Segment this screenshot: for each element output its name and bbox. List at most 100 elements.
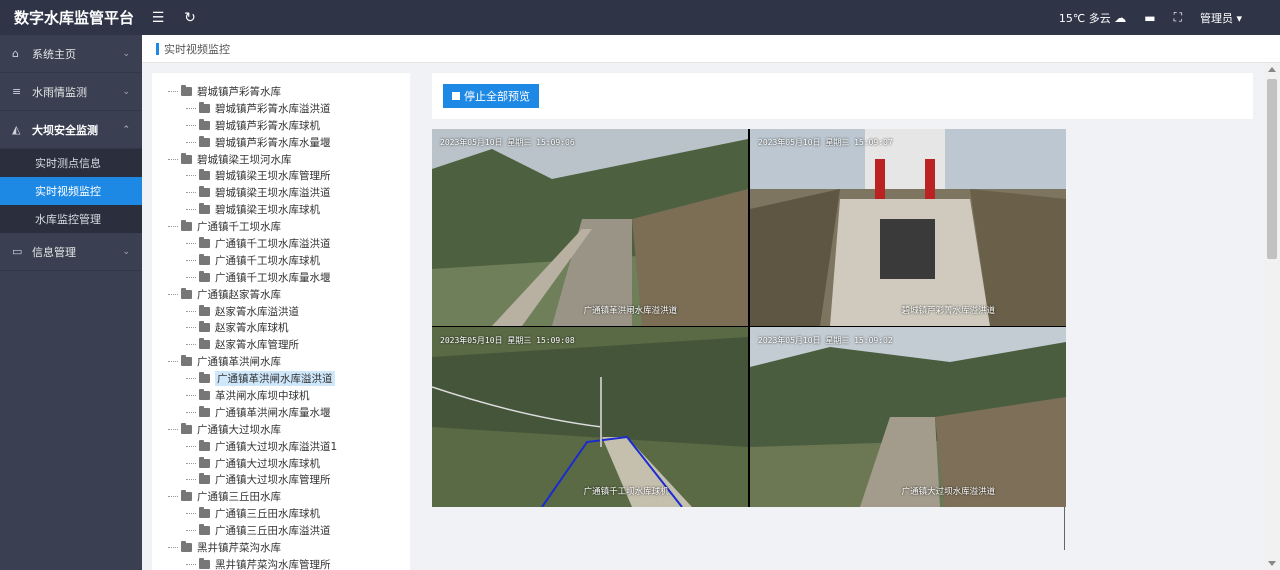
tree-node-label[interactable]: 碧城镇梁王坝水库球机 bbox=[215, 202, 320, 217]
tree-node-label[interactable]: 碧城镇梁王坝水库管理所 bbox=[215, 168, 331, 183]
stop-icon bbox=[452, 92, 460, 100]
fullscreen-icon[interactable]: ⛶ bbox=[1174, 10, 1182, 25]
tree-node-label[interactable]: 广通镇千工坝水库 bbox=[197, 219, 281, 234]
message-icon[interactable]: ▬ bbox=[1144, 11, 1155, 25]
tree-node-label[interactable]: 广通镇革洪闸水库 bbox=[197, 354, 281, 369]
tree-camera-node[interactable]: 广通镇大过坝水库溢洪道1 bbox=[152, 438, 410, 455]
tree-camera-node[interactable]: 赵家箐水库管理所 bbox=[152, 336, 410, 353]
tree-node-label[interactable]: 碧城镇芦彩箐水库 bbox=[197, 84, 281, 99]
stop-all-preview-button[interactable]: 停止全部预览 bbox=[443, 84, 539, 108]
tree-camera-node[interactable]: 黑井镇芹菜沟水库管理所 bbox=[152, 556, 410, 570]
tree-connector bbox=[186, 310, 196, 312]
tree-camera-node[interactable]: 广通镇大过坝水库球机 bbox=[152, 455, 410, 472]
folder-icon bbox=[199, 203, 210, 215]
folder-icon bbox=[199, 321, 210, 333]
tree-camera-node[interactable]: 碧城镇梁王坝水库球机 bbox=[152, 201, 410, 218]
tree-node-label[interactable]: 广通镇赵家箐水库 bbox=[197, 287, 281, 302]
tree-node-label[interactable]: 广通镇三丘田水库 bbox=[197, 489, 281, 504]
tree-reservoir-node[interactable]: 广通镇千工坝水库 bbox=[152, 218, 410, 235]
caret-down-icon: ▾ bbox=[1236, 11, 1242, 25]
tree-camera-node[interactable]: 赵家箐水库球机 bbox=[152, 319, 410, 336]
chevron-down-icon: ⌄ bbox=[122, 48, 130, 59]
video-camera-label: 广通镇大过坝水库溢洪道 bbox=[901, 487, 996, 497]
video-tile[interactable]: 2023年05月10日 星期三 15:09:06 广通镇革洪闸水库溢洪道 bbox=[432, 129, 748, 326]
tree-node-label[interactable]: 广通镇千工坝水库溢洪道 bbox=[215, 236, 331, 251]
tree-camera-node[interactable]: 广通镇三丘田水库球机 bbox=[152, 505, 410, 522]
tree-connector bbox=[186, 259, 196, 261]
tree-node-label[interactable]: 广通镇三丘田水库球机 bbox=[215, 506, 320, 521]
tree-node-label[interactable]: 广通镇革洪闸水库量水堰 bbox=[215, 405, 331, 420]
scroll-thumb[interactable] bbox=[1267, 79, 1277, 259]
folder-icon bbox=[199, 236, 210, 248]
tree-reservoir-node[interactable]: 广通镇赵家箐水库 bbox=[152, 286, 410, 303]
sidebar-item-dam-safety[interactable]: ◭ 大坝安全监测 ⌃ bbox=[0, 111, 142, 149]
tree-reservoir-node[interactable]: 碧城镇芦彩箐水库 bbox=[152, 83, 410, 100]
list-icon: ≡ bbox=[12, 85, 22, 98]
tree-camera-node[interactable]: 广通镇三丘田水库溢洪道 bbox=[152, 522, 410, 539]
sidebar-item-rain[interactable]: ≡ 水雨情监测 ⌄ bbox=[0, 73, 142, 111]
tree-node-label[interactable]: 赵家箐水库溢洪道 bbox=[215, 304, 299, 319]
tree-camera-node[interactable]: 革洪闸水库坝中球机 bbox=[152, 387, 410, 404]
tree-node-label[interactable]: 广通镇革洪闸水库溢洪道 bbox=[215, 371, 335, 387]
video-tile[interactable]: 2023年05月10日 星期三 15:09:02 广通镇大过坝水库溢洪道 bbox=[750, 327, 1066, 507]
tree-node-label[interactable]: 广通镇大过坝水库球机 bbox=[215, 456, 320, 471]
tree-node-label[interactable]: 广通镇千工坝水库量水堰 bbox=[215, 270, 331, 285]
tree-camera-node[interactable]: 碧城镇梁王坝水库溢洪道 bbox=[152, 184, 410, 201]
tree-reservoir-node[interactable]: 广通镇大过坝水库 bbox=[152, 421, 410, 438]
tree-reservoir-node[interactable]: 广通镇三丘田水库 bbox=[152, 488, 410, 505]
video-tile[interactable]: 2023年05月10日 星期三 15:09:08 广通镇千工坝水库球机 bbox=[432, 327, 748, 507]
tree-node-label[interactable]: 赵家箐水库管理所 bbox=[215, 337, 299, 352]
tree-camera-node[interactable]: 碧城镇梁王坝水库管理所 bbox=[152, 167, 410, 184]
tree-camera-node[interactable]: 广通镇千工坝水库量水堰 bbox=[152, 269, 410, 286]
tree-node-label[interactable]: 黑井镇芹菜沟水库管理所 bbox=[215, 557, 331, 570]
tree-camera-node[interactable]: 广通镇革洪闸水库量水堰 bbox=[152, 404, 410, 421]
tree-connector bbox=[186, 209, 196, 211]
user-menu[interactable]: 管理员 ▾ bbox=[1200, 10, 1242, 26]
breadcrumb: 实时视频监控 bbox=[142, 35, 1280, 63]
tree-node-label[interactable]: 碧城镇梁王坝水库溢洪道 bbox=[215, 185, 331, 200]
tree-node-label[interactable]: 广通镇大过坝水库管理所 bbox=[215, 472, 331, 487]
scroll-down-icon[interactable] bbox=[1268, 561, 1276, 566]
menu-toggle-icon[interactable]: ☰ bbox=[142, 10, 174, 26]
tree-node-label[interactable]: 广通镇千工坝水库球机 bbox=[215, 253, 320, 268]
tree-reservoir-node[interactable]: 碧城镇梁王坝河水库 bbox=[152, 151, 410, 168]
video-tile[interactable]: 2023年05月10日 星期三 15:09:07 碧城镇芦彩箐水库溢洪道 bbox=[750, 129, 1066, 326]
tree-camera-node[interactable]: 碧城镇芦彩箐水库溢洪道 bbox=[152, 100, 410, 117]
tree-node-label[interactable]: 广通镇大过坝水库 bbox=[197, 422, 281, 437]
tree-camera-node[interactable]: 碧城镇芦彩箐水库水量堰 bbox=[152, 134, 410, 151]
folder-icon bbox=[181, 355, 192, 367]
tree-camera-node[interactable]: 广通镇千工坝水库球机 bbox=[152, 252, 410, 269]
tree-camera-node[interactable]: 广通镇大过坝水库管理所 bbox=[152, 471, 410, 488]
tree-node-label[interactable]: 革洪闸水库坝中球机 bbox=[215, 388, 310, 403]
folder-icon bbox=[181, 490, 192, 502]
tree-connector bbox=[186, 479, 196, 481]
sidebar-subitem-points[interactable]: 实时测点信息 bbox=[0, 149, 142, 177]
tree-camera-node[interactable]: 广通镇革洪闸水库溢洪道 bbox=[152, 370, 410, 387]
tree-node-label[interactable]: 碧城镇梁王坝河水库 bbox=[197, 152, 292, 167]
sidebar-subitem-monitor-mgmt[interactable]: 水库监控管理 bbox=[0, 205, 142, 233]
tree-camera-node[interactable]: 碧城镇芦彩箐水库球机 bbox=[152, 117, 410, 134]
tree-connector bbox=[186, 344, 196, 346]
tree-connector bbox=[186, 563, 196, 565]
scroll-up-icon[interactable] bbox=[1268, 67, 1276, 72]
breadcrumb-current[interactable]: 实时视频监控 bbox=[164, 41, 230, 57]
video-timestamp: 2023年05月10日 星期三 15:09:06 bbox=[440, 138, 575, 147]
tree-node-label[interactable]: 碧城镇芦彩箐水库水量堰 bbox=[215, 135, 331, 150]
tree-reservoir-node[interactable]: 黑井镇芹菜沟水库 bbox=[152, 539, 410, 556]
page-scrollbar[interactable] bbox=[1264, 63, 1280, 570]
folder-icon bbox=[199, 456, 210, 468]
sidebar-item-info[interactable]: ▭ 信息管理 ⌄ bbox=[0, 233, 142, 271]
sidebar-subitem-video[interactable]: 实时视频监控 bbox=[0, 177, 142, 205]
tree-camera-node[interactable]: 广通镇千工坝水库溢洪道 bbox=[152, 235, 410, 252]
video-toolbar: 停止全部预览 bbox=[432, 73, 1253, 119]
tree-node-label[interactable]: 赵家箐水库球机 bbox=[215, 320, 289, 335]
tree-node-label[interactable]: 黑井镇芹菜沟水库 bbox=[197, 540, 281, 555]
sidebar-item-home[interactable]: ⌂ 系统主页 ⌄ bbox=[0, 35, 142, 73]
refresh-icon[interactable]: ↻ bbox=[174, 10, 206, 26]
tree-node-label[interactable]: 碧城镇芦彩箐水库球机 bbox=[215, 118, 320, 133]
tree-node-label[interactable]: 碧城镇芦彩箐水库溢洪道 bbox=[215, 101, 331, 116]
tree-node-label[interactable]: 广通镇大过坝水库溢洪道1 bbox=[215, 439, 337, 454]
tree-camera-node[interactable]: 赵家箐水库溢洪道 bbox=[152, 303, 410, 320]
tree-node-label[interactable]: 广通镇三丘田水库溢洪道 bbox=[215, 523, 331, 538]
tree-reservoir-node[interactable]: 广通镇革洪闸水库 bbox=[152, 353, 410, 370]
